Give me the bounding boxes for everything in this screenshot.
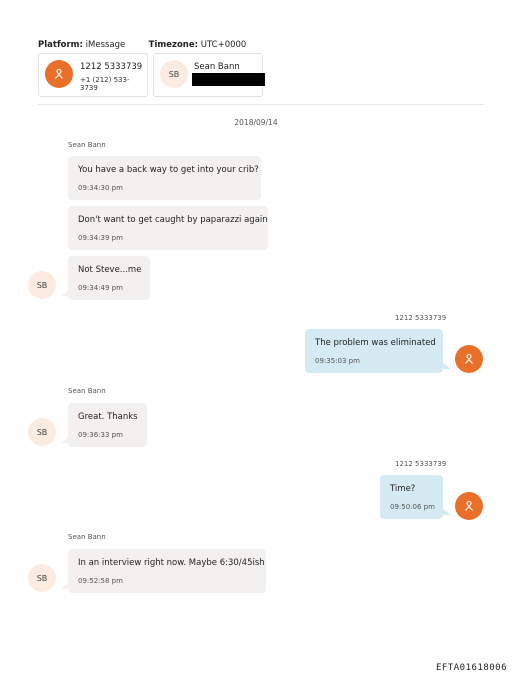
avatar-initials: SB	[28, 418, 56, 446]
message-bubble: Not Steve...me 09:34:49 pm	[68, 256, 150, 300]
message-text: Don't want to get caught by paparazzi ag…	[78, 215, 268, 225]
message-bubble: Don't want to get caught by paparazzi ag…	[68, 206, 268, 250]
message-bubble: Great. Thanks 09:36:33 pm	[68, 403, 147, 447]
message-bubble: In an interview right now. Maybe 6:30/45…	[68, 549, 266, 593]
message-time: 09:34:39 pm	[78, 234, 123, 242]
message-text: Great. Thanks	[78, 412, 138, 422]
conversation-date: 2018/09/14	[234, 118, 278, 127]
document-id: EFTA01618006	[436, 663, 508, 673]
platform-label: Platform:	[38, 40, 83, 50]
sender-name: 1212 5333739	[395, 460, 447, 468]
message-text: Not Steve...me	[78, 265, 142, 275]
sender-name: 1212 5333739	[395, 314, 447, 322]
participant-card-contact: SB Sean Bann	[153, 53, 265, 97]
avatar-initials: SB	[160, 60, 188, 88]
divider	[38, 104, 484, 105]
redaction-bar	[192, 73, 265, 86]
sender-name: Sean Bann	[68, 141, 106, 149]
message-time: 09:34:49 pm	[78, 284, 123, 292]
message-text: The problem was eliminated	[315, 338, 436, 348]
message-time: 09:34:30 pm	[78, 184, 123, 192]
participant-card-owner: 1212 5333739 +1 (212) 533-3739	[38, 53, 148, 97]
platform-value: iMessage	[85, 40, 126, 50]
person-icon	[455, 345, 483, 373]
message-time: 09:35:03 pm	[315, 357, 360, 365]
participant-phone: +1 (212) 533-3739	[80, 76, 130, 92]
message-text: In an interview right now. Maybe 6:30/45…	[78, 558, 265, 568]
bubble-tail	[61, 583, 69, 589]
timezone-label: Timezone:	[148, 40, 199, 50]
message-bubble: You have a back way to get into your cri…	[68, 156, 261, 200]
message-text: Time?	[390, 484, 416, 494]
bubble-tail	[61, 437, 69, 443]
person-icon	[45, 60, 73, 88]
message-time: 09:50:06 pm	[390, 503, 435, 511]
bubble-tail	[443, 509, 451, 515]
message-bubble-outgoing: The problem was eliminated 09:35:03 pm	[305, 329, 443, 373]
sender-name: Sean Bann	[68, 533, 106, 541]
bubble-tail	[443, 363, 451, 369]
message-bubble-outgoing: Time? 09:50:06 pm	[380, 475, 443, 519]
avatar-initials: SB	[28, 271, 56, 299]
timezone-value: UTC+0000	[200, 40, 247, 50]
message-time: 09:52:58 pm	[78, 577, 123, 585]
participant-name: Sean Bann	[194, 62, 240, 72]
bubble-tail	[61, 290, 69, 296]
person-icon	[455, 492, 483, 520]
message-time: 09:36:33 pm	[78, 431, 123, 439]
message-text: You have a back way to get into your cri…	[78, 165, 259, 175]
participant-name: 1212 5333739	[80, 62, 143, 72]
avatar-initials: SB	[28, 564, 56, 592]
sender-name: Sean Bann	[68, 387, 106, 395]
conversation-header: Platform: iMessage Timezone: UTC+0000	[38, 40, 246, 50]
